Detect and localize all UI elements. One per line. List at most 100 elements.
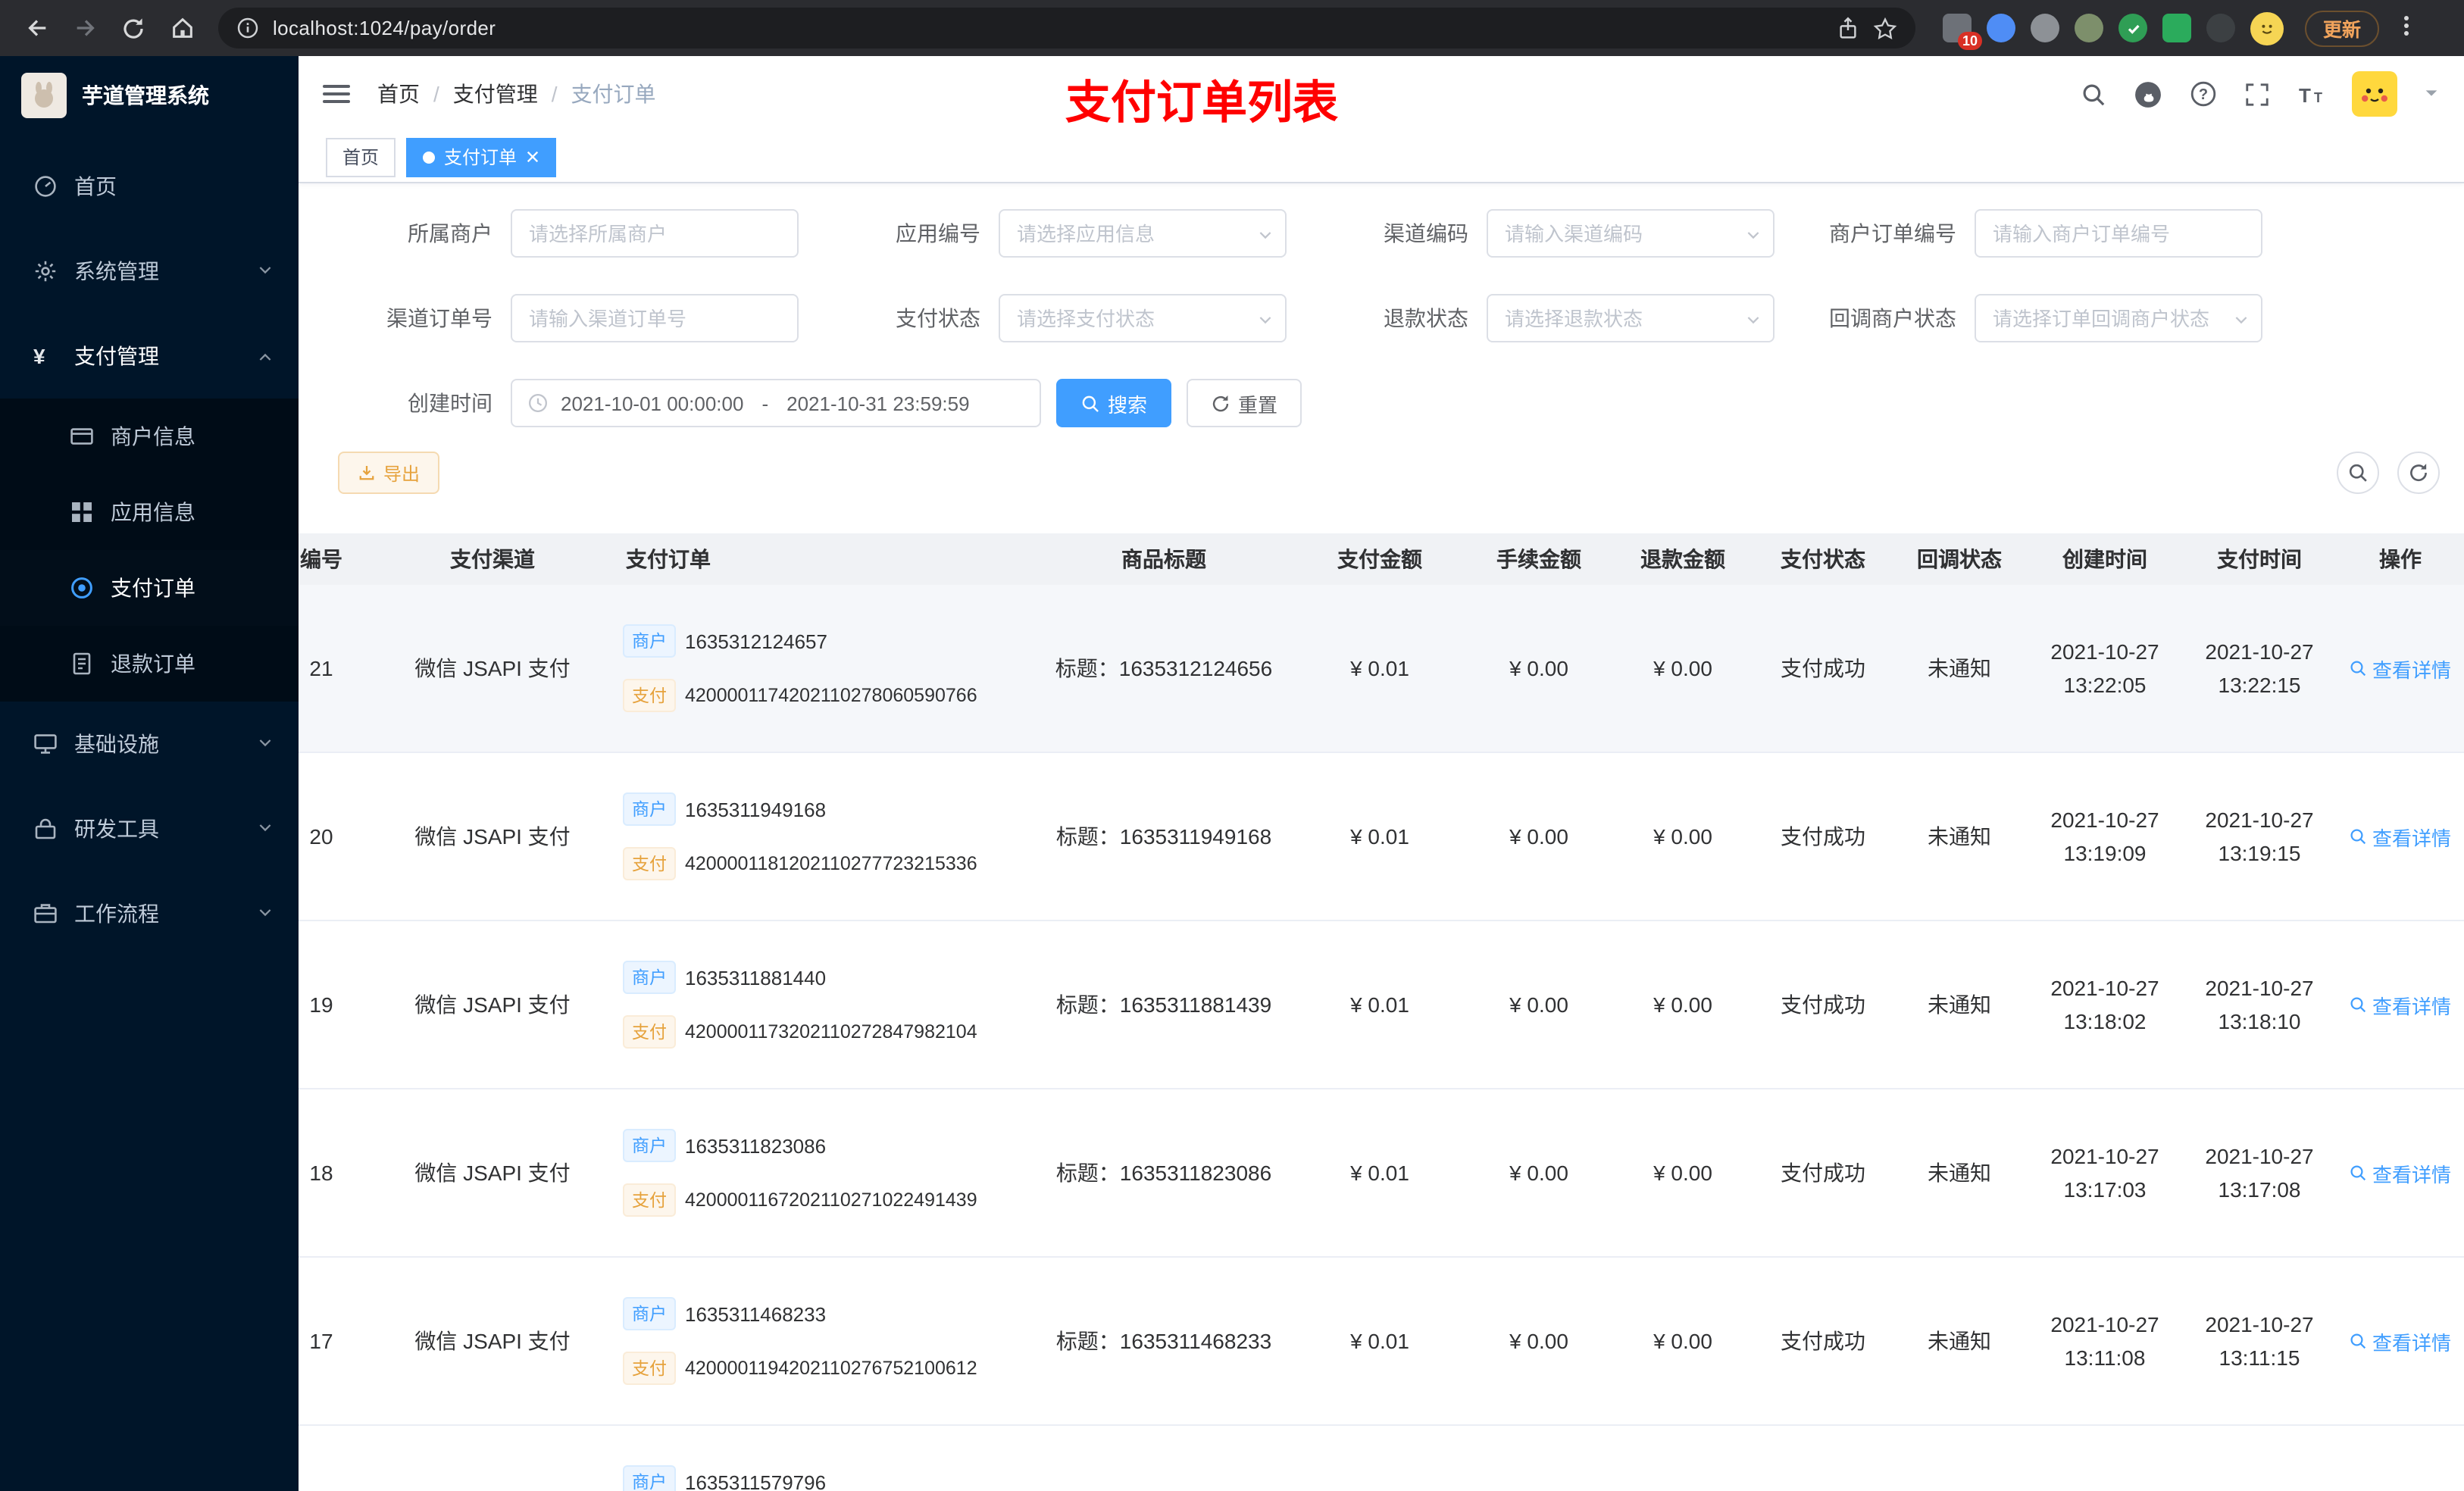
avatar-caret-icon[interactable] bbox=[2423, 82, 2440, 106]
merchant-order-line: 商户 1635311468233 bbox=[623, 1296, 1023, 1332]
col-fee: 手续金额 bbox=[1496, 547, 1581, 571]
pay-status-cell: 支付成功 bbox=[1781, 1329, 1865, 1353]
reset-button[interactable]: 重置 bbox=[1187, 379, 1302, 427]
browser-home-button[interactable] bbox=[161, 7, 203, 49]
chevron-down-icon bbox=[256, 817, 274, 841]
search-button[interactable]: 搜索 bbox=[1056, 379, 1172, 427]
pay-date: 2021-10-27 bbox=[2205, 1312, 2314, 1336]
filter-label-notify-status: 回调商户状态 bbox=[1829, 306, 1956, 330]
extension-blue-icon[interactable] bbox=[1987, 14, 2015, 42]
breadcrumb-pay-order: 支付订单 bbox=[571, 82, 656, 106]
toggle-search-button[interactable] bbox=[2337, 452, 2379, 494]
pay-status-cell: 支付成功 bbox=[1781, 1161, 1865, 1185]
pay-order-cell: 商户 1635312124657 支付 42000011742021102780… bbox=[611, 623, 1035, 714]
pay-order-cell: 商户 1635311579796 bbox=[611, 1464, 1035, 1491]
address-bar[interactable]: localhost:1024/pay/order bbox=[218, 8, 1915, 48]
site-info-icon[interactable] bbox=[236, 17, 259, 39]
hamburger-menu-icon[interactable] bbox=[323, 85, 350, 103]
user-avatar[interactable] bbox=[2352, 71, 2397, 117]
font-size-icon[interactable]: TT bbox=[2297, 80, 2326, 108]
view-detail-link[interactable]: 查看详情 bbox=[2350, 654, 2451, 683]
filter-label-pay-status: 支付状态 bbox=[896, 306, 980, 330]
browser-reload-button[interactable] bbox=[112, 7, 155, 49]
close-icon[interactable] bbox=[526, 150, 539, 164]
extension-dark-icon[interactable] bbox=[2206, 14, 2235, 42]
view-detail-link[interactable]: 查看详情 bbox=[2350, 822, 2451, 851]
refund-amount-cell: ¥ 0.00 bbox=[1653, 1161, 1712, 1185]
sidebar-item-refund-order[interactable]: 退款订单 bbox=[0, 626, 299, 702]
channel-pay-line: 支付 4200001167202110271022491439 bbox=[623, 1182, 1023, 1218]
create-time-range-picker[interactable]: 2021-10-01 00:00:00 - 2021-10-31 23:59:5… bbox=[511, 379, 1041, 427]
table-body: 21 微信 JSAPI 支付 商户 1635312124657 支付 42000… bbox=[299, 585, 2464, 1491]
pay-tag: 支付 bbox=[623, 679, 676, 712]
sidebar-item-devtools[interactable]: 研发工具 bbox=[0, 786, 299, 871]
tab-home[interactable]: 首页 bbox=[326, 137, 396, 177]
sidebar-item-system[interactable]: 系统管理 bbox=[0, 229, 299, 314]
fee-amount-cell: ¥ 0.00 bbox=[1509, 1329, 1568, 1353]
sidebar-item-payment[interactable]: ¥ 支付管理 bbox=[0, 314, 299, 399]
browser-forward-button[interactable] bbox=[64, 7, 106, 49]
extension-green-square-icon[interactable] bbox=[2162, 14, 2191, 42]
share-icon[interactable] bbox=[1837, 17, 1859, 39]
merchant-tag: 商户 bbox=[623, 961, 676, 994]
view-detail-link[interactable]: 查看详情 bbox=[2350, 1158, 2451, 1187]
sidebar-item-merchant-info[interactable]: 商户信息 bbox=[0, 399, 299, 474]
sidebar-item-infra[interactable]: 基础设施 bbox=[0, 702, 299, 786]
tab-pay-order[interactable]: 支付订单 bbox=[406, 137, 557, 177]
sidebar-item-home[interactable]: 首页 bbox=[0, 144, 299, 229]
extension-check-icon[interactable] bbox=[2118, 14, 2147, 42]
breadcrumb-home[interactable]: 首页 bbox=[377, 79, 420, 109]
pay-channel-cell: 微信 JSAPI 支付 bbox=[414, 1329, 571, 1353]
pay-date: 2021-10-27 bbox=[2205, 976, 2314, 1000]
sidebar-item-label: 支付管理 bbox=[74, 344, 159, 368]
refund-status-select-input[interactable] bbox=[1487, 294, 1775, 342]
pay-clock: 13:18:10 bbox=[2218, 1009, 2301, 1033]
app-id-select-input[interactable] bbox=[999, 209, 1287, 258]
app-logo[interactable]: 芋道管理系统 bbox=[0, 56, 299, 135]
pay-clock: 13:22:15 bbox=[2218, 673, 2301, 697]
merchant-order-no-input[interactable] bbox=[1975, 209, 2262, 258]
channel-code-select-input[interactable] bbox=[1487, 209, 1775, 258]
document-icon bbox=[70, 652, 94, 676]
sidebar-item-pay-order[interactable]: 支付订单 bbox=[0, 550, 299, 626]
browser-menu-button[interactable] bbox=[2394, 14, 2419, 42]
pay-amount-cell: ¥ 0.01 bbox=[1350, 992, 1409, 1017]
app-title: 芋道管理系统 bbox=[82, 83, 209, 108]
product-title-cell: 标题：1635311468233 bbox=[1055, 1329, 1272, 1353]
col-status: 支付状态 bbox=[1781, 547, 1865, 571]
monitor-icon bbox=[33, 732, 58, 756]
github-icon[interactable] bbox=[2134, 80, 2162, 108]
browser-update-button[interactable]: 更新 bbox=[2305, 10, 2380, 46]
pay-amount-cell: ¥ 0.01 bbox=[1350, 1329, 1409, 1353]
fullscreen-icon[interactable] bbox=[2243, 80, 2272, 108]
extension-gray-icon[interactable] bbox=[2031, 14, 2059, 42]
merchant-select-input[interactable] bbox=[511, 209, 799, 258]
table-header-row: 编号 支付渠道 支付订单 商品标题 支付金额 手续金额 退款金额 支付状态 回调… bbox=[299, 533, 2464, 585]
sidebar-item-app-info[interactable]: 应用信息 bbox=[0, 474, 299, 550]
channel-order-no-input[interactable] bbox=[511, 294, 799, 342]
refresh-table-button[interactable] bbox=[2397, 452, 2440, 494]
extension-grid-icon[interactable]: 10 bbox=[1943, 14, 1982, 50]
view-detail-link[interactable]: 查看详情 bbox=[2350, 990, 2451, 1019]
svg-text:T: T bbox=[2299, 83, 2311, 106]
order-id-cell: 18 bbox=[309, 1161, 333, 1185]
pay-time-cell: 2021-10-27 13:19:15 bbox=[2182, 803, 2337, 870]
browser-back-button[interactable] bbox=[15, 7, 58, 49]
extension-olive-icon[interactable] bbox=[2075, 14, 2103, 42]
dashboard-icon bbox=[33, 174, 58, 198]
export-button[interactable]: 导出 bbox=[338, 452, 440, 494]
search-icon[interactable] bbox=[2079, 80, 2108, 108]
arrow-right-icon bbox=[76, 20, 94, 36]
bookmark-star-icon[interactable] bbox=[1873, 16, 1897, 40]
breadcrumb-pay-management[interactable]: 支付管理 bbox=[453, 79, 538, 109]
help-icon[interactable]: ? bbox=[2188, 80, 2217, 108]
sidebar-item-label: 支付订单 bbox=[111, 576, 195, 600]
col-pay-order: 支付订单 bbox=[626, 547, 711, 571]
view-detail-link[interactable]: 查看详情 bbox=[2350, 1327, 2451, 1355]
lock-icon bbox=[33, 817, 58, 841]
notify-status-select-input[interactable] bbox=[1975, 294, 2262, 342]
browser-profile-avatar[interactable] bbox=[2250, 11, 2284, 45]
sidebar-item-workflow[interactable]: 工作流程 bbox=[0, 871, 299, 956]
pay-status-select-input[interactable] bbox=[999, 294, 1287, 342]
col-channel: 支付渠道 bbox=[450, 547, 535, 571]
